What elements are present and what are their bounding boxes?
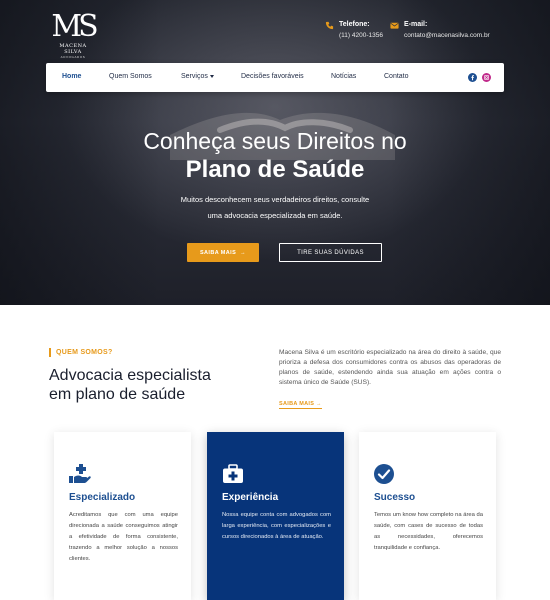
arrow-right-icon: → xyxy=(316,401,322,407)
nav-contato[interactable]: Contato xyxy=(384,73,409,80)
nav-home[interactable]: Home xyxy=(62,73,81,80)
arrow-right-icon: → xyxy=(240,249,247,256)
nav-noticias[interactable]: Notícias xyxy=(331,73,356,80)
hero-title: Conheça seus Direitos no xyxy=(143,128,407,154)
logo-name: MACENA SILVA xyxy=(59,43,87,55)
nav-decisoes[interactable]: Decisões favoráveis xyxy=(241,73,304,80)
feature-text: Nossa equipe conta com advogados com lar… xyxy=(222,512,331,540)
email-label: E-mail: xyxy=(404,21,428,28)
hand-care-icon xyxy=(69,464,91,484)
email-value[interactable]: contato@macenasilva.com.br xyxy=(404,32,490,39)
about-title-line2: em plano de saúde xyxy=(49,386,186,403)
feature-title: Experiência xyxy=(222,492,279,503)
feature-card-especializado: Especializado Acreditamos que com uma eq… xyxy=(54,432,191,600)
logo[interactable]: MS MACENA SILVA ADVOGADOS xyxy=(50,9,98,60)
tire-duvidas-button[interactable]: TIRE SUAS DÚVIDAS xyxy=(279,243,382,262)
hero-subtitle-1: Muitos desconhecem seus verdadeiros dire… xyxy=(180,195,370,204)
hero-section: MS MACENA SILVA ADVOGADOS Telefone: (11)… xyxy=(0,0,550,305)
nav-quem-somos[interactable]: Quem Somos xyxy=(109,73,152,80)
phone-value[interactable]: (11) 4200-1356 xyxy=(339,32,383,39)
mail-icon xyxy=(390,21,399,30)
hero-subtitle-2: uma advocacia especializada em saúde. xyxy=(207,211,343,220)
feature-text: Temos um know how completo na área da sa… xyxy=(374,512,483,551)
about-link-label: SAIBA MAIS xyxy=(279,401,315,407)
feature-card-experiencia: Experiência Nossa equipe conta com advog… xyxy=(207,432,344,600)
chevron-down-icon xyxy=(209,74,214,78)
phone-label: Telefone: xyxy=(339,21,370,28)
phone-icon xyxy=(325,21,334,30)
facebook-icon[interactable] xyxy=(468,73,477,82)
feature-title: Especializado xyxy=(69,492,136,503)
feature-title: Sucesso xyxy=(374,492,416,503)
feature-card-sucesso: Sucesso Temos um know how completo na ár… xyxy=(359,432,496,600)
about-text: Macena Silva é um escritório especializa… xyxy=(279,349,501,386)
hero-title-emphasis: Plano de Saúde xyxy=(185,156,365,183)
saiba-mais-label: SAIBA MAIS xyxy=(199,249,237,256)
about-title: Advocacia especialista em plano de saúde xyxy=(49,366,259,404)
instagram-icon[interactable] xyxy=(482,73,491,82)
medical-kit-icon xyxy=(222,464,243,484)
nav-servicos-label: Serviços xyxy=(181,73,208,80)
nav-servicos[interactable]: Serviços xyxy=(181,73,214,80)
about-eyebrow: QUEM SOMOS? xyxy=(49,348,113,357)
feature-text: Acreditamos que com uma equipe direciona… xyxy=(69,512,178,562)
about-saiba-mais-link[interactable]: SAIBA MAIS → xyxy=(279,401,322,409)
logo-mark: MS xyxy=(51,9,98,44)
logo-tagline: ADVOGADOS xyxy=(60,55,86,59)
tire-duvidas-label: TIRE SUAS DÚVIDAS xyxy=(297,249,364,256)
saiba-mais-button[interactable]: SAIBA MAIS → xyxy=(187,243,259,262)
check-circle-icon xyxy=(374,464,394,484)
about-title-line1: Advocacia especialista xyxy=(49,367,211,384)
main-navbar: Home Quem Somos Serviços Decisões favorá… xyxy=(46,63,504,92)
